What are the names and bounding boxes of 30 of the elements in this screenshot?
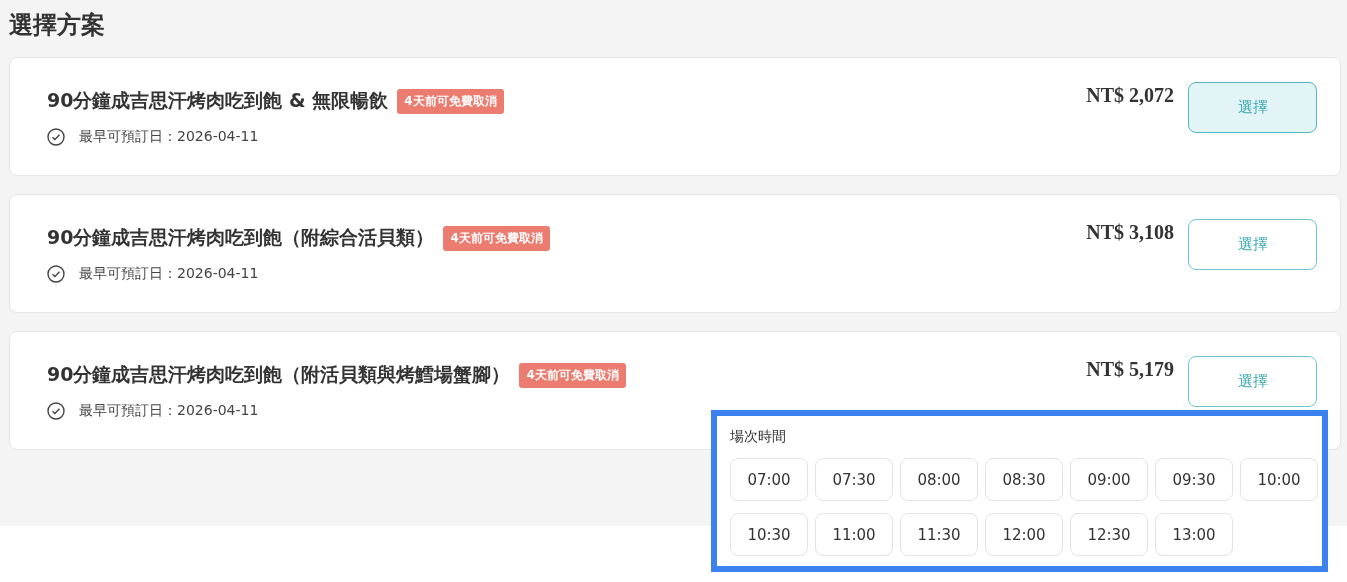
time-slot-button[interactable]: 11:30 — [900, 513, 978, 556]
cancel-badge: 4天前可免費取消 — [443, 225, 550, 251]
time-slot-button[interactable]: 11:00 — [815, 513, 893, 556]
check-circle-icon — [47, 402, 65, 420]
plan-name: 90分鐘成吉思汗烤肉吃到飽 & 無限暢飲 — [47, 88, 389, 113]
earliest-date: 最早可預訂日：2026-04-11 — [79, 402, 259, 420]
time-slot-button[interactable]: 09:00 — [1070, 458, 1148, 501]
time-slot-button[interactable]: 13:00 — [1155, 513, 1233, 556]
earliest-date: 最早可預訂日：2026-04-11 — [79, 128, 259, 146]
check-circle-icon — [47, 128, 65, 146]
time-slot-button[interactable]: 10:30 — [730, 513, 808, 556]
check-circle-icon — [47, 265, 65, 283]
plan-name: 90分鐘成吉思汗烤肉吃到飽（附活貝類與烤鱈場蟹腳） — [47, 362, 511, 387]
time-slot-button[interactable]: 08:00 — [900, 458, 978, 501]
time-slot-button[interactable]: 08:30 — [985, 458, 1063, 501]
cancel-badge: 4天前可免費取消 — [519, 362, 626, 388]
time-slot-button[interactable]: 12:00 — [985, 513, 1063, 556]
earliest-date: 最早可預訂日：2026-04-11 — [79, 265, 259, 283]
section-title: 選擇方案 — [9, 10, 105, 41]
time-slot-button[interactable]: 07:00 — [730, 458, 808, 501]
plan-price: NT$ 5,179 — [1086, 357, 1174, 381]
plan-price: NT$ 3,108 — [1086, 220, 1174, 244]
time-slot-button[interactable]: 07:30 — [815, 458, 893, 501]
cancel-badge: 4天前可免費取消 — [397, 88, 504, 114]
time-picker-label: 場次時間 — [730, 428, 786, 446]
time-slot-button[interactable]: 10:00 — [1240, 458, 1318, 501]
plan-price: NT$ 2,072 — [1086, 83, 1174, 107]
time-slot-button[interactable]: 12:30 — [1070, 513, 1148, 556]
plan-name: 90分鐘成吉思汗烤肉吃到飽（附綜合活貝類） — [47, 225, 435, 250]
time-slot-button[interactable]: 09:30 — [1155, 458, 1233, 501]
